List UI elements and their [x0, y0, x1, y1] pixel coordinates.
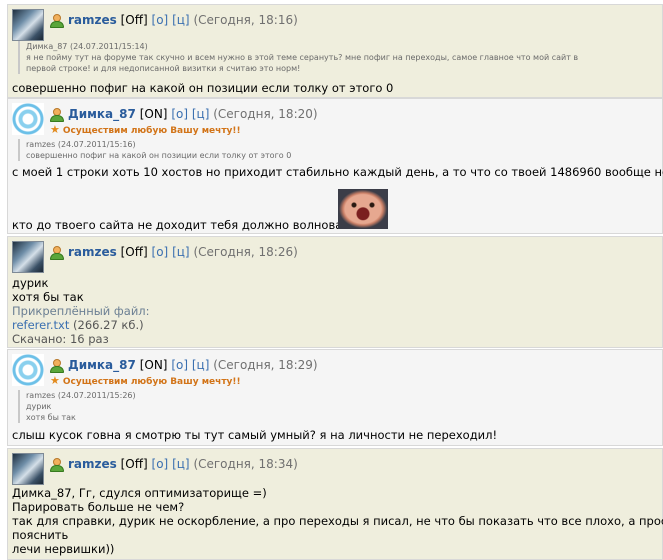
post-header: Димка_87 [ON] [о] [ц] (Сегодня, 18:20) ★…: [12, 103, 652, 136]
message-line: с моей 1 строки хоть 10 хостов но приход…: [12, 165, 663, 179]
attachment-label: Прикреплённый файл:: [12, 304, 150, 318]
quote-line: совершенно пофиг на какой он позиции есл…: [26, 151, 292, 160]
post-time: (Сегодня, 18:16): [193, 13, 298, 27]
message-line: так для справки, дурик не оскорбление, а…: [12, 514, 663, 528]
author-link[interactable]: ramzes: [68, 13, 117, 27]
post-message: слыш кусок говна я смотрю ты тут самый у…: [12, 428, 497, 442]
author-link[interactable]: ramzes: [68, 457, 117, 471]
reply-link[interactable]: [о]: [152, 457, 169, 471]
post-header: Димка_87 [ON] [о] [ц] (Сегодня, 18:29) ★…: [12, 354, 652, 387]
user-icon: [50, 359, 64, 373]
post-time: (Сегодня, 18:29): [213, 358, 318, 372]
online-state: [ON]: [139, 358, 168, 372]
avatar[interactable]: [12, 354, 44, 386]
post-message-continued: кто до твоего сайта не доходит тебя долж…: [12, 218, 356, 232]
message-line: кто до твоего сайта не доходит тебя долж…: [12, 218, 356, 232]
message-line: Парировать больше не чем?: [12, 500, 185, 514]
message-line: лечи нервишки)): [12, 542, 115, 556]
reply-link[interactable]: [о]: [171, 358, 188, 372]
post-quote: Димка_87 (24.07.2011/15:14) я не пойму т…: [18, 41, 648, 74]
forum-post: ramzes [Off] [о] [ц] (Сегодня, 18:26) ду…: [7, 236, 663, 348]
post-header: ramzes [Off] [о] [ц] (Сегодня, 18:34): [12, 453, 652, 485]
forum-post: ramzes [Off] [о] [ц] (Сегодня, 18:34) Ди…: [7, 448, 663, 560]
smiley-face-image: [338, 189, 388, 229]
quote-link[interactable]: [ц]: [192, 358, 210, 372]
message-line: хотя бы так: [12, 290, 84, 304]
forum-post: ramzes [Off] [о] [ц] (Сегодня, 18:16) Ди…: [7, 4, 663, 98]
reply-link[interactable]: [о]: [171, 107, 188, 121]
avatar[interactable]: [12, 241, 44, 273]
quote-line: ramzes (24.07.2011/15:16): [26, 140, 136, 149]
post-message: Димка_87, Гг, сдулся оптимизаторище =) П…: [12, 486, 663, 556]
user-icon: [50, 458, 64, 472]
author-link[interactable]: Димка_87: [68, 107, 136, 121]
online-state: [Off]: [120, 245, 148, 259]
reply-link[interactable]: [о]: [152, 13, 169, 27]
quote-line: дурик: [26, 402, 52, 411]
quote-line: я не пойму тут на форуме так скучно и вс…: [26, 53, 579, 62]
post-quote: ramzes (24.07.2011/15:26) дурик хотя бы …: [18, 390, 648, 423]
reply-link[interactable]: [о]: [152, 245, 169, 259]
post-message: совершенно пофиг на какой он позиции есл…: [12, 81, 393, 95]
message-line: совершенно пофиг на какой он позиции есл…: [12, 81, 394, 95]
star-icon: ★: [50, 374, 60, 387]
online-state: [Off]: [120, 13, 148, 27]
post-time: (Сегодня, 18:34): [193, 457, 298, 471]
forum-post: Димка_87 [ON] [о] [ц] (Сегодня, 18:20) ★…: [7, 98, 663, 234]
quote-link[interactable]: [ц]: [172, 245, 190, 259]
avatar[interactable]: [12, 9, 44, 41]
post-time: (Сегодня, 18:20): [213, 107, 318, 121]
attachment-link[interactable]: referer.txt: [12, 318, 69, 332]
quote-line: первой строке! и для недописанной визитк…: [26, 64, 301, 73]
message-line: слыш кусок говна я смотрю ты тут самый у…: [12, 428, 498, 442]
quote-line: хотя бы так: [26, 413, 76, 422]
attachment-size: (266.27 кб.): [73, 318, 144, 332]
message-line: Димка_87, Гг, сдулся оптимизаторище =): [12, 486, 267, 500]
post-header: ramzes [Off] [о] [ц] (Сегодня, 18:16): [12, 9, 652, 41]
quote-link[interactable]: [ц]: [172, 13, 190, 27]
avatar[interactable]: [12, 453, 44, 485]
quote-link[interactable]: [ц]: [192, 107, 210, 121]
post-message: с моей 1 строки хоть 10 хостов но приход…: [12, 165, 663, 179]
post-quote: ramzes (24.07.2011/15:16) совершенно поф…: [18, 139, 648, 161]
post-time: (Сегодня, 18:26): [193, 245, 298, 259]
author-link[interactable]: ramzes: [68, 245, 117, 259]
user-status: ★ Осуществим любую Вашу мечту!!: [50, 374, 241, 387]
author-link[interactable]: Димка_87: [68, 358, 136, 372]
message-line: пояснить: [12, 528, 69, 542]
post-message: дурик хотя бы так Прикреплённый файл: re…: [12, 276, 150, 346]
online-state: [ON]: [139, 107, 168, 121]
message-line: дурик: [12, 276, 49, 290]
online-state: [Off]: [120, 457, 148, 471]
quote-line: Димка_87 (24.07.2011/15:14): [26, 42, 148, 51]
post-header: ramzes [Off] [о] [ц] (Сегодня, 18:26): [12, 241, 652, 273]
user-status: ★ Осуществим любую Вашу мечту!!: [50, 123, 241, 136]
forum-post: Димка_87 [ON] [о] [ц] (Сегодня, 18:29) ★…: [7, 349, 663, 446]
quote-link[interactable]: [ц]: [172, 457, 190, 471]
user-icon: [50, 246, 64, 260]
user-icon: [50, 108, 64, 122]
download-count: Скачано: 16 раз: [12, 332, 109, 346]
user-icon: [50, 14, 64, 28]
star-icon: ★: [50, 123, 60, 136]
avatar[interactable]: [12, 103, 44, 135]
quote-line: ramzes (24.07.2011/15:26): [26, 391, 136, 400]
